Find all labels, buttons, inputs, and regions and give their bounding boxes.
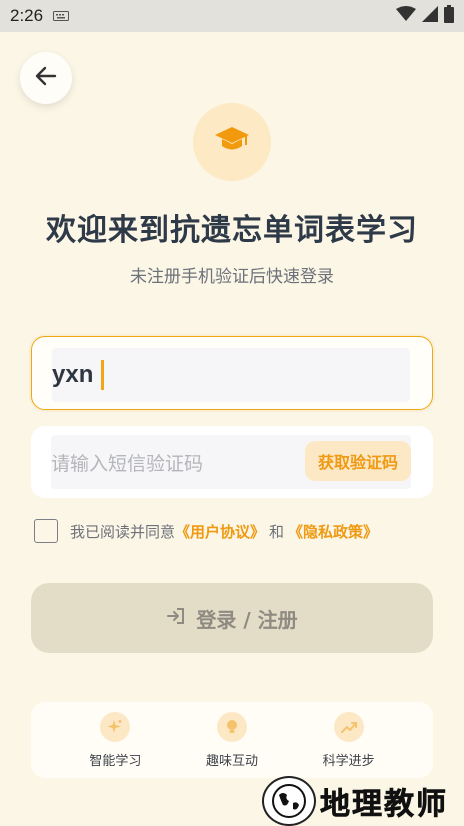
sparkle-icon <box>100 711 131 742</box>
code-field-card: 请输入短信验证码 获取验证码 <box>31 426 433 498</box>
page-title: 欢迎来到抗遗忘单词表学习 <box>46 213 418 248</box>
agreement-prefix: 我已阅读并同意 <box>70 522 176 541</box>
agreement-row: 我已阅读并同意 《用户协议》 和 《隐私政策》 <box>34 518 378 544</box>
trend-up-icon <box>333 711 364 742</box>
battery-icon <box>444 4 454 28</box>
phone-input[interactable]: yxn <box>52 348 410 402</box>
app-logo <box>193 103 271 181</box>
feature-scientific-progress: 科学进步 <box>304 711 394 769</box>
lightbulb-icon <box>216 711 247 742</box>
sms-code-placeholder: 请输入短信验证码 <box>51 452 204 475</box>
login-register-button[interactable]: 登录 / 注册 <box>31 583 433 653</box>
keyboard-icon <box>53 6 70 26</box>
privacy-policy-link[interactable]: 《隐私政策》 <box>288 521 378 542</box>
feature-label: 科学进步 <box>322 753 375 769</box>
feature-label: 趣味互动 <box>205 753 258 769</box>
back-button[interactable] <box>20 52 72 104</box>
globe-icon <box>262 776 316 826</box>
phone-field-card: yxn <box>31 336 433 410</box>
get-code-button[interactable]: 获取验证码 <box>305 441 411 481</box>
login-icon <box>166 606 186 631</box>
feature-smart-learning: 智能学习 <box>70 711 160 769</box>
wifi-icon <box>396 5 416 27</box>
phone-input-value: yxn <box>52 361 94 388</box>
features-panel: 智能学习 趣味互动 科学进步 <box>31 702 433 778</box>
sms-code-input[interactable]: 请输入短信验证码 获取验证码 <box>51 435 411 489</box>
status-bar: 2:26 <box>0 0 464 32</box>
agreement-and: 和 <box>269 522 285 541</box>
watermark: 地理教师 <box>262 776 448 826</box>
signal-icon <box>422 5 438 27</box>
agreement-checkbox[interactable] <box>34 519 58 543</box>
status-time: 2:26 <box>10 6 44 25</box>
arrow-left-icon <box>35 65 57 91</box>
page-subtitle: 未注册手机验证后快速登录 <box>130 267 334 287</box>
text-caret <box>101 360 105 390</box>
login-button-label: 登录 / 注册 <box>196 607 298 632</box>
user-agreement-link[interactable]: 《用户协议》 <box>175 521 265 542</box>
graduation-cap-icon <box>214 125 250 159</box>
feature-label: 智能学习 <box>89 753 142 769</box>
watermark-text: 地理教师 <box>320 787 448 823</box>
feature-fun-interaction: 趣味互动 <box>187 711 277 769</box>
